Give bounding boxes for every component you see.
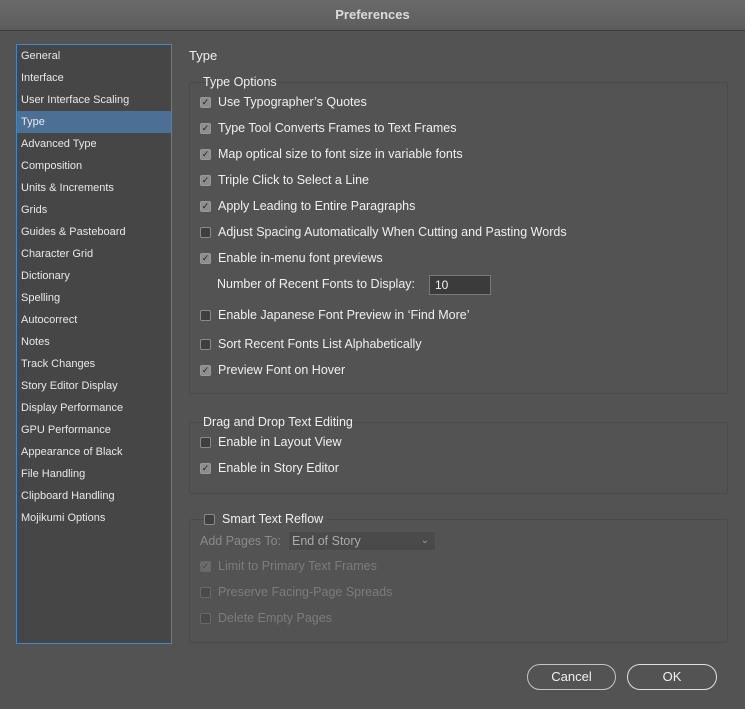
preferences-category-list[interactable]: General Interface User Interface Scaling… [16,44,172,644]
checkbox[interactable] [200,436,211,448]
checkbox[interactable]: ✓ [200,96,211,108]
option-sort-recent-fonts[interactable]: Sort Recent Fonts List Alphabetically [200,336,422,352]
sidebar-item-notes[interactable]: Notes [17,331,171,353]
option-preserve-facing-spreads[interactable]: Preserve Facing-Page Spreads [200,584,392,600]
option-label: Map optical size to font size in variabl… [218,147,463,161]
cancel-button[interactable]: Cancel [527,664,616,690]
sidebar-item-advanced-type[interactable]: Advanced Type [17,133,171,155]
sidebar-item-story-editor-display[interactable]: Story Editor Display [17,375,171,397]
checkbox[interactable]: ✓ [200,560,211,572]
sidebar-item-units-increments[interactable]: Units & Increments [17,177,171,199]
drag-drop-title: Drag and Drop Text Editing [203,415,353,429]
checkbox[interactable]: ✓ [200,364,211,376]
checkbox[interactable] [204,513,215,525]
option-apply-leading[interactable]: ✓ Apply Leading to Entire Paragraphs [200,198,415,214]
option-type-tool-converts-frames[interactable]: ✓ Type Tool Converts Frames to Text Fram… [200,120,457,136]
ok-button[interactable]: OK [627,664,717,690]
recent-fonts-label: Number of Recent Fonts to Display: [217,277,415,291]
checkbox[interactable]: ✓ [200,174,211,186]
sidebar-item-display-performance[interactable]: Display Performance [17,397,171,419]
checkbox[interactable] [200,309,211,321]
sidebar-item-clipboard-handling[interactable]: Clipboard Handling [17,485,171,507]
checkbox[interactable]: ✓ [200,252,211,264]
option-typographers-quotes[interactable]: ✓ Use Typographer’s Quotes [200,94,367,110]
sidebar-item-file-handling[interactable]: File Handling [17,463,171,485]
option-limit-primary-frames[interactable]: ✓ Limit to Primary Text Frames [200,558,377,574]
option-label: Limit to Primary Text Frames [218,559,377,573]
add-pages-value: End of Story [292,534,361,548]
checkbox[interactable] [200,338,211,350]
option-label: Enable in-menu font previews [218,251,383,265]
window-title: Preferences [0,0,745,31]
sidebar-item-dictionary[interactable]: Dictionary [17,265,171,287]
option-adjust-spacing[interactable]: Adjust Spacing Automatically When Cuttin… [200,224,567,240]
sidebar-item-general[interactable]: General [17,45,171,67]
sidebar-item-track-changes[interactable]: Track Changes [17,353,171,375]
option-triple-click-select-line[interactable]: ✓ Triple Click to Select a Line [200,172,369,188]
sidebar-item-interface[interactable]: Interface [17,67,171,89]
checkbox[interactable] [200,226,211,238]
option-drag-drop-story-editor[interactable]: ✓ Enable in Story Editor [200,460,339,476]
option-label: Enable in Story Editor [218,461,339,475]
option-label: Delete Empty Pages [218,611,332,625]
checkbox[interactable]: ✓ [200,148,211,160]
add-pages-label: Add Pages To: [200,534,282,548]
sidebar-item-autocorrect[interactable]: Autocorrect [17,309,171,331]
checkbox[interactable] [200,612,211,624]
option-label: Preserve Facing-Page Spreads [218,585,393,599]
checkbox[interactable]: ✓ [200,200,211,212]
chevron-down-icon: ⌄ [420,535,429,546]
page-title: Type [189,48,218,63]
option-japanese-font-preview[interactable]: Enable Japanese Font Preview in ‘Find Mo… [200,307,470,323]
option-label: Enable in Layout View [218,435,342,449]
option-label: Adjust Spacing Automatically When Cuttin… [218,225,567,239]
type-options-title: Type Options [203,75,277,89]
option-label: Sort Recent Fonts List Alphabetically [218,337,422,351]
sidebar-item-grids[interactable]: Grids [17,199,171,221]
checkbox[interactable]: ✓ [200,462,211,474]
option-map-optical-size[interactable]: ✓ Map optical size to font size in varia… [200,146,463,162]
option-label: Apply Leading to Entire Paragraphs [218,199,416,213]
sidebar-item-type[interactable]: Type [17,111,171,133]
sidebar-item-gpu-performance[interactable]: GPU Performance [17,419,171,441]
option-smart-text-reflow[interactable]: Smart Text Reflow [204,511,328,527]
option-label: Enable Japanese Font Preview in ‘Find Mo… [218,308,470,322]
sidebar-item-composition[interactable]: Composition [17,155,171,177]
option-label: Preview Font on Hover [218,363,346,377]
recent-fonts-input[interactable] [429,275,491,295]
add-pages-select[interactable]: End of Story ⌄ [288,531,436,551]
option-label: Triple Click to Select a Line [218,173,369,187]
option-preview-font-hover[interactable]: ✓ Preview Font on Hover [200,362,345,378]
checkbox[interactable] [200,586,211,598]
drag-drop-group [189,422,728,494]
checkbox[interactable]: ✓ [200,122,211,134]
sidebar-item-guides-pasteboard[interactable]: Guides & Pasteboard [17,221,171,243]
option-label: Type Tool Converts Frames to Text Frames [218,121,457,135]
option-drag-drop-layout-view[interactable]: Enable in Layout View [200,434,341,450]
sidebar-item-character-grid[interactable]: Character Grid [17,243,171,265]
sidebar-item-user-interface-scaling[interactable]: User Interface Scaling [17,89,171,111]
option-label: Smart Text Reflow [222,512,324,526]
sidebar-item-mojikumi-options[interactable]: Mojikumi Options [17,507,171,529]
option-delete-empty-pages[interactable]: Delete Empty Pages [200,610,332,626]
option-label: Use Typographer’s Quotes [218,95,367,109]
sidebar-item-spelling[interactable]: Spelling [17,287,171,309]
sidebar-item-appearance-of-black[interactable]: Appearance of Black [17,441,171,463]
option-in-menu-font-previews[interactable]: ✓ Enable in-menu font previews [200,250,383,266]
